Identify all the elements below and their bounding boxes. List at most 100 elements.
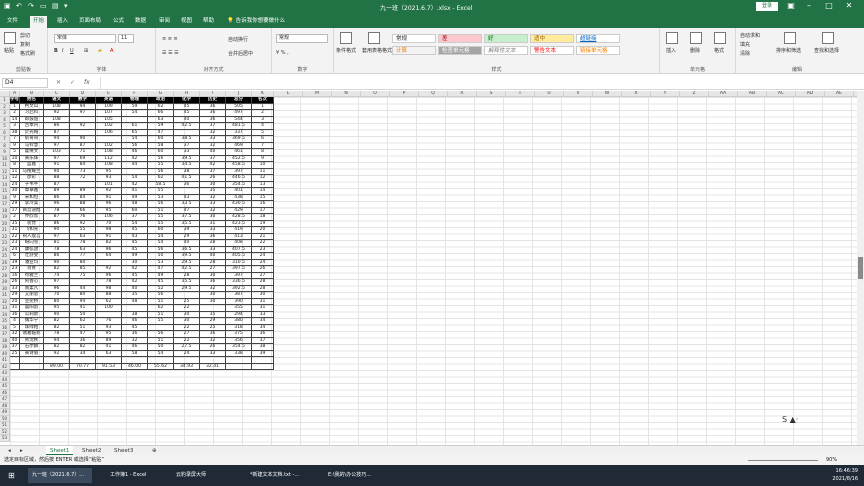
table-cell[interactable] — [10, 363, 20, 370]
ribbon-display-icon[interactable]: ▣ — [784, 1, 798, 10]
fill-color-icon[interactable]: ▰ — [98, 48, 102, 54]
format-painter-button[interactable]: 格式刷 — [20, 50, 35, 57]
tell-me-search[interactable]: 💡 告诉我你想要做什么 — [224, 16, 288, 28]
table-cell[interactable]: 55.62 — [148, 363, 174, 370]
conditional-format-button[interactable]: 条件格式 — [336, 47, 356, 54]
column-header[interactable]: O — [361, 91, 390, 97]
clock[interactable]: 16:46:39 2021/8/16 — [832, 467, 858, 483]
table-cell[interactable]: 32.41 — [200, 363, 226, 370]
tab-insert[interactable]: 插入 — [54, 16, 71, 28]
tab-data[interactable]: 数据 — [132, 16, 149, 28]
minimize-icon[interactable]: – — [802, 1, 816, 10]
style-neutral[interactable]: 适中 — [530, 34, 574, 43]
font-size-select[interactable]: 11 — [118, 34, 134, 43]
column-header[interactable]: AE — [825, 91, 854, 97]
conditional-format-icon[interactable] — [340, 32, 352, 44]
column-header[interactable]: S — [477, 91, 506, 97]
column-header[interactable]: Y — [651, 91, 680, 97]
row-header[interactable]: 53 — [0, 435, 10, 442]
italic-button[interactable]: I — [62, 48, 63, 54]
vertical-scrollbar[interactable] — [857, 91, 864, 445]
maximize-icon[interactable]: □ — [822, 1, 836, 10]
column-header[interactable]: M — [303, 91, 332, 97]
format-cells-icon[interactable] — [714, 32, 726, 44]
function-icon[interactable]: fx — [84, 79, 90, 86]
sort-filter-button[interactable]: 排序和筛选 — [776, 47, 801, 54]
font-name-select[interactable]: 宋体 — [54, 34, 116, 43]
tab-page-layout[interactable]: 页面布局 — [76, 16, 104, 28]
tab-view[interactable]: 视图 — [178, 16, 195, 28]
worksheet-grid[interactable]: ABCDEFGHIJKLMNOPQRSTUVWXYZAAABACADAEAF 1… — [0, 91, 864, 445]
table-cell[interactable] — [226, 363, 252, 370]
name-box[interactable]: D4 — [2, 78, 48, 88]
format-cells-button[interactable]: 格式 — [714, 47, 724, 54]
table-cell[interactable]: 70.77 — [70, 363, 96, 370]
close-icon[interactable]: ✕ — [842, 1, 856, 10]
align-top-icon[interactable]: ≡ ≡ ≡ — [162, 36, 178, 42]
merge-center-button[interactable]: 合并后居中 — [228, 50, 253, 57]
style-calculation[interactable]: 计算 — [392, 46, 436, 55]
column-header[interactable]: AB — [738, 91, 767, 97]
underline-button[interactable]: U — [70, 48, 74, 54]
column-header[interactable]: X — [622, 91, 651, 97]
fill-button[interactable]: 填充 — [740, 41, 750, 48]
column-header[interactable]: AC — [767, 91, 796, 97]
column-header[interactable]: V — [564, 91, 593, 97]
start-icon[interactable]: ⊞ — [4, 468, 24, 483]
column-header[interactable]: N — [332, 91, 361, 97]
zoom-level[interactable]: 90% — [826, 455, 837, 465]
floating-toolbar[interactable]: S ▲· — [782, 415, 798, 424]
scroll-thumb[interactable] — [858, 257, 863, 279]
tab-formulas[interactable]: 公式 — [110, 16, 127, 28]
table-format-icon[interactable] — [368, 32, 380, 44]
zoom-slider[interactable] — [748, 460, 818, 461]
column-header[interactable]: Z — [680, 91, 709, 97]
formula-input[interactable] — [100, 77, 856, 89]
find-select-icon[interactable] — [822, 32, 834, 44]
sort-filter-icon[interactable] — [784, 32, 796, 44]
undo-icon[interactable]: ↶ — [16, 2, 22, 10]
number-format-select[interactable]: 常规 — [276, 34, 328, 43]
tab-review[interactable]: 审阅 — [156, 16, 173, 28]
table-format-button[interactable]: 套用表格格式 — [362, 47, 392, 54]
style-warning[interactable]: 警告文本 — [530, 46, 574, 55]
taskbar-item-1[interactable]: 九一班（2021.6.7）... — [28, 468, 92, 483]
column-header[interactable]: T — [506, 91, 535, 97]
autosum-button[interactable]: 自动求和 — [740, 32, 760, 39]
align-left-icon[interactable]: ☰ ☰ ☰ — [162, 50, 179, 56]
style-explanatory[interactable]: 解释性文本 — [484, 46, 528, 55]
insert-cells-icon[interactable] — [666, 32, 678, 44]
table-cell[interactable]: 46.00 — [122, 363, 148, 370]
table-cell[interactable]: 34.93 — [174, 363, 200, 370]
table-cell[interactable]: 91.53 — [96, 363, 122, 370]
currency-icon[interactable]: ¥ % , — [276, 50, 289, 56]
column-header[interactable]: R — [448, 91, 477, 97]
taskbar-item-2[interactable]: 工作簿1 - Excel — [106, 468, 170, 483]
redo-icon[interactable]: ↷ — [28, 2, 34, 10]
table-cell[interactable] — [252, 363, 274, 370]
paste-button[interactable]: 粘贴 — [4, 47, 14, 54]
border-icon[interactable]: ⊞ — [84, 48, 88, 54]
paste-icon[interactable] — [4, 32, 16, 44]
taskbar-item-4[interactable]: *新建文本文档.txt -... — [246, 468, 322, 483]
style-hyperlink[interactable]: 超链接 — [576, 34, 620, 43]
print-icon[interactable]: ▤ — [52, 2, 59, 10]
tab-home[interactable]: 开始 — [30, 16, 48, 28]
font-color-icon[interactable]: A — [110, 48, 113, 54]
style-bad[interactable]: 差 — [438, 34, 482, 43]
tab-file[interactable]: 文件 — [4, 16, 21, 28]
delete-cells-icon[interactable] — [690, 32, 702, 44]
find-select-button[interactable]: 查找和选择 — [814, 47, 839, 54]
taskbar-item-5[interactable]: E:\我的\办公技巧... — [324, 468, 388, 483]
delete-cells-button[interactable]: 删除 — [690, 47, 700, 54]
style-linked-cell[interactable]: 链接单元格 — [576, 46, 620, 55]
style-normal[interactable]: 常规 — [392, 34, 436, 43]
enter-icon[interactable]: ✓ — [70, 79, 75, 86]
column-header[interactable]: AD — [796, 91, 825, 97]
column-header[interactable]: AA — [709, 91, 738, 97]
tab-help[interactable]: 帮助 — [200, 16, 217, 28]
column-header[interactable]: Q — [419, 91, 448, 97]
copy-button[interactable]: 复制 — [20, 41, 30, 48]
login-button[interactable]: 登录 — [756, 2, 778, 11]
style-check-cell[interactable]: 检查单元格 — [438, 46, 482, 55]
